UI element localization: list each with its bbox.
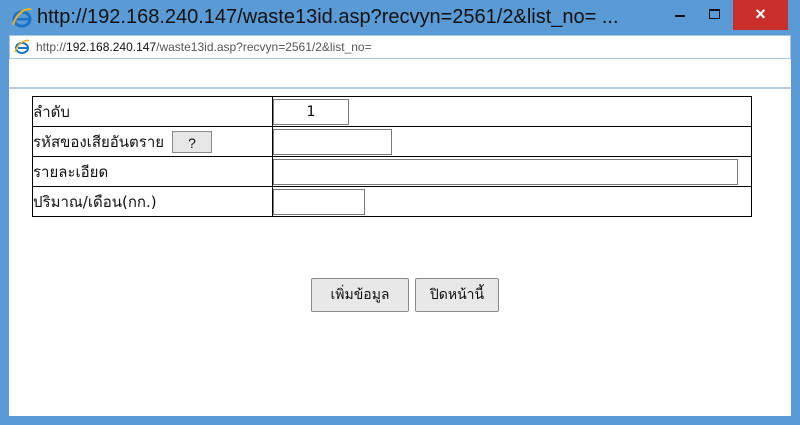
quantity-input[interactable] — [273, 188, 365, 215]
quantity-cell — [272, 186, 752, 217]
url-prefix: http:// — [36, 40, 67, 54]
close-button[interactable]: × — [733, 0, 788, 30]
table-row: ปริมาณ/เดือน(กก.) — [32, 186, 752, 217]
table-row: ลำดับ — [32, 96, 752, 127]
url-host: 192.168.240.147 — [66, 40, 157, 54]
address-url: http://192.168.240.147/waste13id.asp?rec… — [36, 39, 372, 55]
table-row: รหัสของเสียอันตราย? — [32, 126, 752, 157]
help-button[interactable]: ? — [172, 131, 213, 153]
order-input[interactable] — [273, 98, 349, 125]
detail-cell — [272, 156, 752, 187]
close-icon: × — [755, 4, 766, 24]
popup-window: http://192.168.240.147/waste13id.asp?rec… — [0, 0, 800, 425]
quantity-label: ปริมาณ/เดือน(กก.) — [32, 186, 273, 217]
order-cell — [272, 96, 752, 127]
ie-page-icon — [14, 39, 30, 54]
add-data-button[interactable]: เพิ่มข้อมูล — [311, 278, 409, 312]
detail-input[interactable] — [273, 158, 738, 185]
order-label: ลำดับ — [32, 96, 273, 127]
address-bar[interactable]: http://192.168.240.147/waste13id.asp?rec… — [9, 35, 791, 59]
close-page-button[interactable]: ปิดหน้านี้ — [415, 278, 499, 312]
title-bar[interactable]: http://192.168.240.147/waste13id.asp?rec… — [0, 0, 800, 35]
minimize-icon — [675, 15, 685, 17]
maximize-button[interactable] — [697, 0, 733, 28]
waste-code-label-cell: รหัสของเสียอันตราย? — [32, 126, 273, 157]
waste-code-cell — [272, 126, 752, 157]
page-divider — [9, 87, 791, 89]
url-path: /waste13id.asp?recvyn=2561/2&list_no= — [156, 40, 372, 54]
table-row: รายละเอียด — [32, 156, 752, 187]
waste-code-input[interactable] — [273, 128, 392, 155]
waste-form-table: ลำดับ รหัสของเสียอันตราย? รายละเอียด ปริ… — [32, 96, 752, 217]
detail-label: รายละเอียด — [32, 156, 273, 187]
window-title: http://192.168.240.147/waste13id.asp?rec… — [37, 6, 619, 28]
waste-code-label: รหัสของเสียอันตราย — [33, 132, 165, 151]
minimize-button[interactable] — [663, 0, 697, 28]
ie-icon — [12, 8, 32, 28]
maximize-icon — [709, 9, 720, 19]
